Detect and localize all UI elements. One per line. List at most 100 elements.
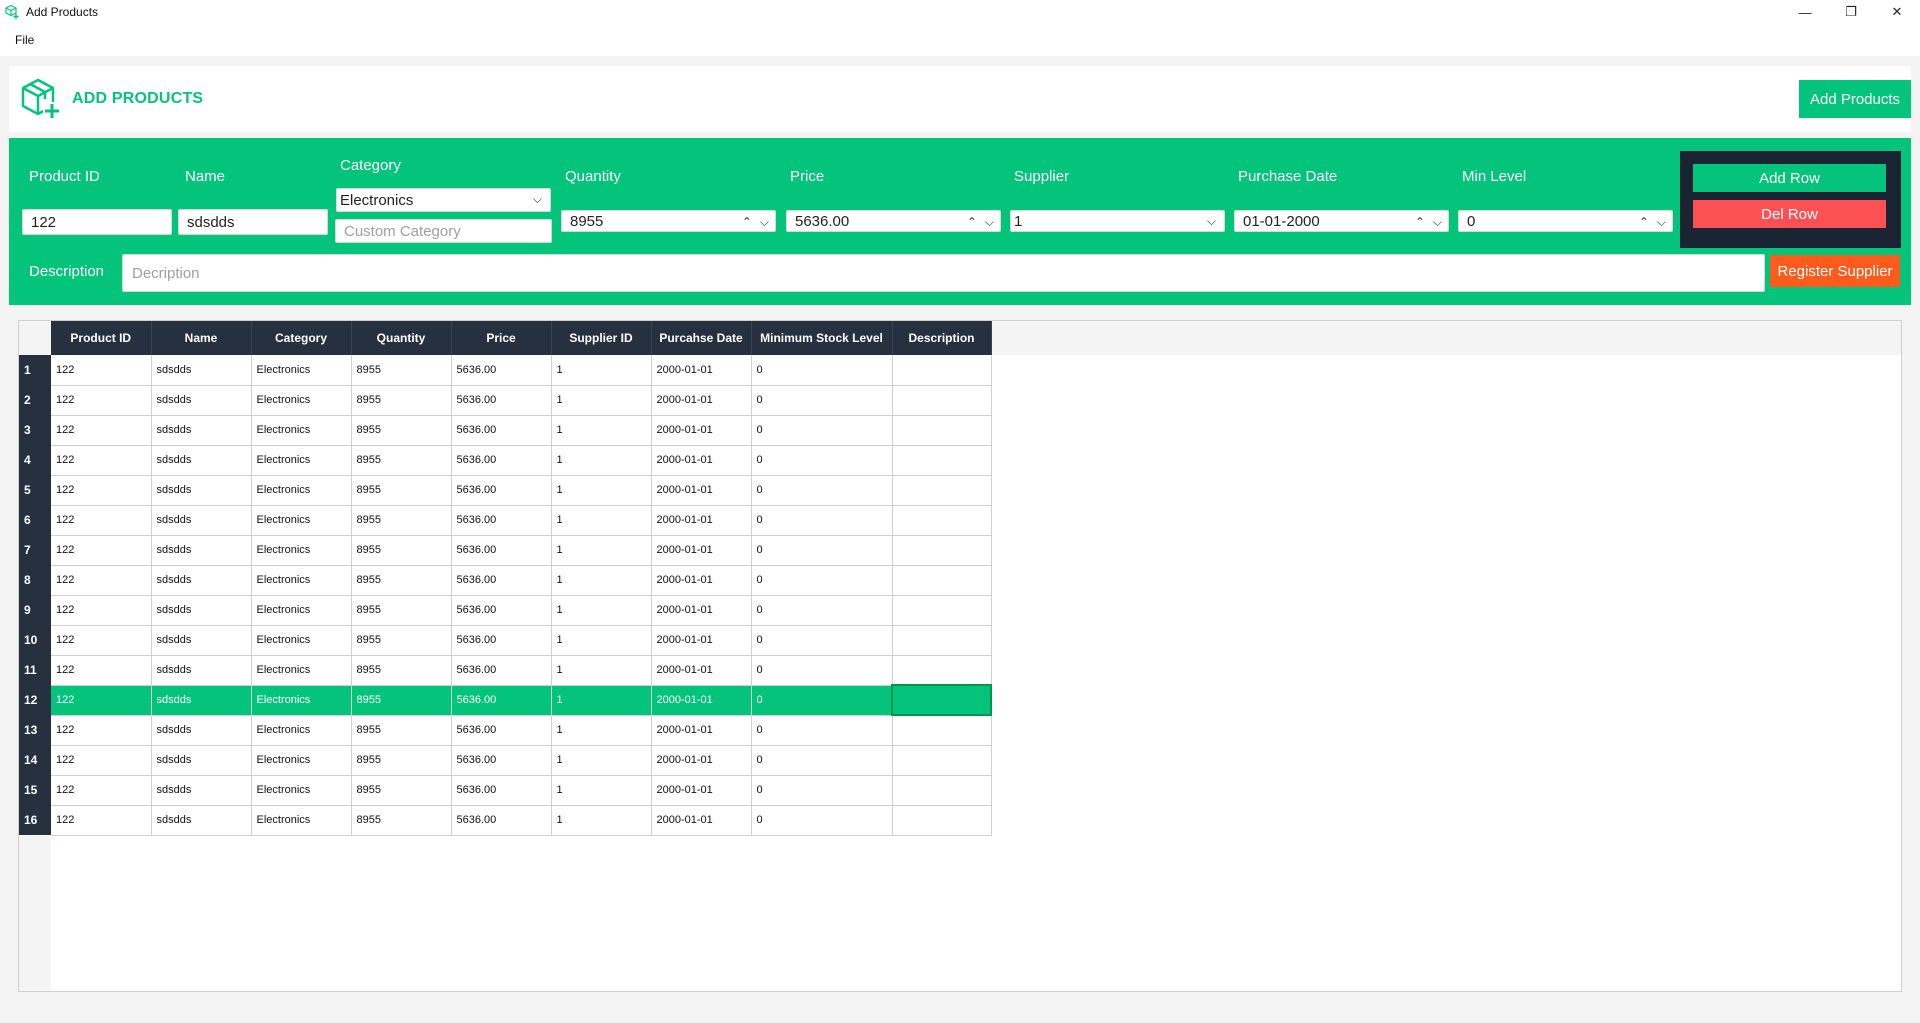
table-cell[interactable]: sdsdds (151, 565, 252, 596)
table-cell[interactable]: 0 (751, 805, 893, 836)
table-cell[interactable]: 2000-01-01 (651, 415, 752, 446)
table-cell[interactable]: 0 (751, 415, 893, 446)
table-cell[interactable]: 8955 (351, 475, 452, 506)
table-cell[interactable]: 1 (551, 505, 652, 536)
table-row[interactable]: 14 122 sdsdds Electronics 8955 5636.00 1 2000-0… (19, 745, 992, 776)
table-cell[interactable]: 122 (51, 715, 152, 746)
chevron-down-icon[interactable]: ⌵ (985, 215, 994, 230)
table-cell[interactable]: 5636.00 (451, 625, 552, 656)
column-header[interactable]: Purcahse Date (651, 321, 752, 355)
table-cell[interactable]: 1 (551, 775, 652, 806)
table-cell[interactable]: 8955 (351, 655, 452, 686)
row-header[interactable]: 4 (19, 445, 51, 475)
table-cell[interactable]: 1 (551, 655, 652, 686)
row-header[interactable]: 5 (19, 475, 51, 505)
table-cell[interactable]: 0 (751, 565, 893, 596)
table-cell[interactable]: 5636.00 (451, 415, 552, 446)
row-header[interactable]: 10 (19, 625, 51, 655)
table-corner[interactable] (19, 321, 51, 355)
table-cell[interactable]: 8955 (351, 355, 452, 386)
table-cell[interactable]: Electronics (251, 625, 352, 656)
table-cell[interactable]: sdsdds (151, 595, 252, 626)
table-cell[interactable]: 122 (51, 745, 152, 776)
table-cell[interactable] (892, 505, 992, 536)
table-cell[interactable]: 122 (51, 625, 152, 656)
row-header[interactable]: 2 (19, 385, 51, 415)
product-id-input[interactable]: 122 (22, 209, 172, 235)
table-cell[interactable]: 5636.00 (451, 595, 552, 626)
table-cell[interactable]: 122 (51, 445, 152, 476)
table-cell[interactable]: Electronics (251, 805, 352, 836)
table-cell[interactable]: sdsdds (151, 385, 252, 416)
row-header[interactable]: 7 (19, 535, 51, 565)
table-cell[interactable]: 5636.00 (451, 715, 552, 746)
table-cell[interactable]: 122 (51, 685, 152, 716)
table-cell[interactable]: Electronics (251, 565, 352, 596)
table-cell[interactable]: 2000-01-01 (651, 625, 752, 656)
chevron-down-icon[interactable]: ⌵ (1657, 215, 1666, 230)
table-row[interactable]: 11 122 sdsdds Electronics 8955 5636.00 1 2000-0… (19, 655, 992, 686)
table-row[interactable]: 10 122 sdsdds Electronics 8955 5636.00 1 2000-0… (19, 625, 992, 656)
table-row[interactable]: 16 122 sdsdds Electronics 8955 5636.00 1 2000-0… (19, 805, 992, 836)
table-cell[interactable] (892, 475, 992, 506)
price-stepper[interactable]: 5636.00 ⌃ ⌵ (786, 210, 1001, 232)
table-cell[interactable]: sdsdds (151, 685, 252, 716)
table-cell[interactable] (892, 565, 992, 596)
table-cell[interactable]: 122 (51, 355, 152, 386)
table-cell[interactable]: 1 (551, 625, 652, 656)
chevron-down-icon[interactable]: ⌵ (760, 215, 769, 230)
row-header[interactable]: 16 (19, 805, 51, 835)
table-cell[interactable]: 5636.00 (451, 775, 552, 806)
table-cell[interactable]: 2000-01-01 (651, 445, 752, 476)
table-cell[interactable]: 0 (751, 745, 893, 776)
table-cell[interactable]: sdsdds (151, 775, 252, 806)
table-cell[interactable]: 2000-01-01 (651, 505, 752, 536)
purchase-date-input[interactable]: 01-01-2000 ⌃ ⌵ (1234, 210, 1449, 232)
table-cell[interactable] (892, 415, 992, 446)
table-cell[interactable] (892, 385, 992, 416)
table-row[interactable]: 13 122 sdsdds Electronics 8955 5636.00 1 2000-0… (19, 715, 992, 746)
table-cell[interactable] (892, 655, 992, 686)
table-cell[interactable] (892, 805, 992, 836)
table-row[interactable]: 15 122 sdsdds Electronics 8955 5636.00 1 2000-0… (19, 775, 992, 806)
table-cell[interactable]: 2000-01-01 (651, 535, 752, 566)
table-cell[interactable]: 1 (551, 535, 652, 566)
table-row[interactable]: 7 122 sdsdds Electronics 8955 5636.00 1 2000-01… (19, 535, 992, 566)
table-cell[interactable]: 2000-01-01 (651, 475, 752, 506)
table-cell[interactable]: 1 (551, 475, 652, 506)
table-cell[interactable]: sdsdds (151, 355, 252, 386)
table-cell[interactable]: 122 (51, 535, 152, 566)
table-cell[interactable]: sdsdds (151, 475, 252, 506)
custom-category-input[interactable]: Custom Category (335, 219, 552, 243)
table-cell[interactable]: 1 (551, 595, 652, 626)
table-cell[interactable]: 122 (51, 655, 152, 686)
table-cell[interactable]: 2000-01-01 (651, 385, 752, 416)
table-cell[interactable]: 8955 (351, 385, 452, 416)
table-cell[interactable]: 0 (751, 385, 893, 416)
table-cell[interactable]: 0 (751, 775, 893, 806)
table-cell[interactable]: 0 (751, 475, 893, 506)
products-table-view[interactable]: Product ID Name Category Quantity Price Suppl… (18, 320, 1902, 992)
table-row[interactable]: 8 122 sdsdds Electronics 8955 5636.00 1 2000-01… (19, 565, 992, 596)
chevron-up-icon[interactable]: ⌃ (742, 215, 752, 230)
table-cell[interactable]: Electronics (251, 535, 352, 566)
add-row-button[interactable]: Add Row (1693, 164, 1886, 192)
table-cell[interactable]: 8955 (351, 775, 452, 806)
table-cell[interactable]: 0 (751, 505, 893, 536)
table-cell[interactable]: 5636.00 (451, 445, 552, 476)
table-cell[interactable]: 1 (551, 715, 652, 746)
row-header[interactable]: 6 (19, 505, 51, 535)
table-cell[interactable]: 5636.00 (451, 685, 552, 716)
column-header[interactable]: Price (451, 321, 552, 355)
del-row-button[interactable]: Del Row (1693, 200, 1886, 228)
column-header[interactable]: Supplier ID (551, 321, 652, 355)
table-cell[interactable]: 8955 (351, 625, 452, 656)
table-row[interactable]: 4 122 sdsdds Electronics 8955 5636.00 1 2000-01… (19, 445, 992, 476)
table-cell[interactable]: 2000-01-01 (651, 775, 752, 806)
table-cell[interactable]: sdsdds (151, 625, 252, 656)
table-cell[interactable]: 8955 (351, 715, 452, 746)
supplier-select[interactable]: 1 ⌵ (1010, 210, 1225, 232)
restore-button[interactable]: ❐ (1828, 0, 1874, 24)
row-header[interactable]: 9 (19, 595, 51, 625)
table-cell[interactable]: 2000-01-01 (651, 805, 752, 836)
